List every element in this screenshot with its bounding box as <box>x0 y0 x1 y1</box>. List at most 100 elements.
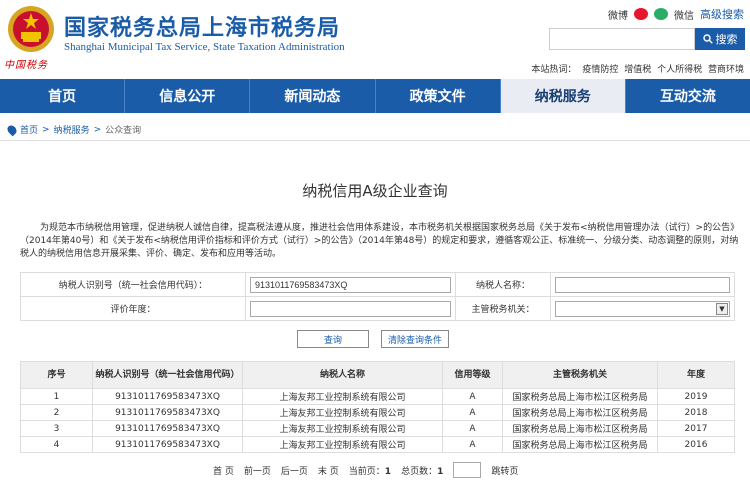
breadcrumb-section[interactable]: 纳税服务 <box>54 123 90 136</box>
hot-word-link[interactable]: 疫情防控 <box>582 65 618 75</box>
breadcrumb-separator: > <box>42 124 50 135</box>
weibo-link[interactable]: 微博 <box>608 7 628 22</box>
page-jump-link[interactable]: 跳转页 <box>491 464 518 477</box>
cell-taxpayer-id: 913101176958347​3XQ <box>92 388 243 405</box>
cell-credit-level: A <box>442 404 503 421</box>
cell-taxpayer-id: 913101176958347​3XQ <box>92 420 243 437</box>
query-form: 纳税人识别号（统一社会信用代码）： 纳税人名称： 评价年度： 主管税务机关： ▼ <box>20 272 735 321</box>
weibo-icon[interactable] <box>634 8 648 20</box>
cell-taxpayer-name: 上海友邦工业控制系统有限公司 <box>242 436 443 453</box>
search-icon <box>702 34 713 44</box>
col-header: 纳税人识别号（统一社会信用代码） <box>92 361 243 389</box>
current-page-value: 1 <box>384 466 392 477</box>
cell-year: 2016 <box>657 436 735 453</box>
table-row: 2 913101176958347​3XQ 上海友邦工业控制系统有限公司 A 国… <box>20 404 735 421</box>
breadcrumb: 首页 > 纳税服务 > 公众查询 <box>5 123 142 136</box>
taxpayer-name-cell <box>550 272 735 297</box>
cell-authority: 国家税务总局上海市松江区税务局 <box>502 388 658 405</box>
site-header: 中国税务 国家税务总局上海市税务局 Shanghai Municipal Tax… <box>0 0 750 77</box>
wechat-icon[interactable] <box>654 8 668 20</box>
site-title-english: Shanghai Municipal Tax Service, State Ta… <box>64 41 345 53</box>
cell-index: 2 <box>20 404 93 421</box>
taxpayer-name-input[interactable] <box>555 276 730 293</box>
top-links: 微博 微信 高级搜索 <box>608 6 744 22</box>
taxpayer-id-cell <box>245 272 456 297</box>
page-jump-input[interactable] <box>453 462 482 478</box>
year-input[interactable] <box>250 300 451 317</box>
hot-words: 本站热词： 疫情防控 增值税 个人所得税 营商环境 <box>528 62 744 75</box>
cell-taxpayer-name: 上海友邦工业控制系统有限公司 <box>242 388 443 405</box>
first-page-link[interactable]: 首 页 <box>213 464 234 477</box>
authority-select[interactable]: ▼ <box>555 300 730 317</box>
cell-taxpayer-id: 913101176958347​3XQ <box>92 436 243 453</box>
cell-authority: 国家税务总局上海市松江区税务局 <box>502 420 658 437</box>
cell-authority: 国家税务总局上海市松江区税务局 <box>502 404 658 421</box>
col-header: 年度 <box>657 361 735 389</box>
cell-taxpayer-id: 913101176958347​3XQ <box>92 404 243 421</box>
hot-word-link[interactable]: 个人所得税 <box>657 65 702 75</box>
divider <box>0 140 750 141</box>
cell-year: 2019 <box>657 388 735 405</box>
query-button[interactable]: 查询 <box>297 330 369 348</box>
cell-index: 1 <box>20 388 93 405</box>
current-page-info: 当前页：1 <box>349 464 391 477</box>
hot-word-link[interactable]: 增值税 <box>624 65 651 75</box>
col-header: 纳税人名称 <box>242 361 443 389</box>
prev-page-link[interactable]: 前一页 <box>244 464 271 477</box>
search-button[interactable]: 搜索 <box>695 28 745 50</box>
col-header: 主管税务机关 <box>502 361 658 389</box>
chevron-down-icon[interactable]: ▼ <box>716 302 728 315</box>
search-button-label: 搜索 <box>715 34 738 46</box>
page-title: 纳税信用A级企业查询 <box>302 182 448 200</box>
main-nav: 首页 信息公开 新闻动态 政策文件 纳税服务 互动交流 <box>0 79 750 113</box>
current-page-label: 当前页： <box>348 466 385 477</box>
clear-query-button[interactable]: 清除查询条件 <box>381 330 449 348</box>
nav-item-news[interactable]: 新闻动态 <box>250 79 376 113</box>
location-pin-icon <box>5 123 19 136</box>
page-intro: 为规范本市纳税信用管理，促进纳税人诚信自律，提高税法遵从度，推进社会信用体系建设… <box>20 223 740 259</box>
cell-authority: 国家税务总局上海市松江区税务局 <box>502 436 658 453</box>
authority-label: 主管税务机关： <box>455 296 551 321</box>
authority-cell: ▼ <box>550 296 735 321</box>
cell-index: 4 <box>20 436 93 453</box>
last-page-link[interactable]: 末 页 <box>318 464 339 477</box>
cell-taxpayer-name: 上海友邦工业控制系统有限公司 <box>242 404 443 421</box>
table-row: 3 913101176958347​3XQ 上海友邦工业控制系统有限公司 A 国… <box>20 420 735 437</box>
total-pages-info: 总页数：1 <box>401 464 443 477</box>
total-pages-label: 总页数： <box>401 466 438 477</box>
results-table: 序号 纳税人识别号（统一社会信用代码） 纳税人名称 信用等级 主管税务机关 年度… <box>20 361 735 453</box>
cell-index: 3 <box>20 420 93 437</box>
taxpayer-name-label: 纳税人名称： <box>455 272 551 297</box>
cell-year: 2018 <box>657 404 735 421</box>
cell-credit-level: A <box>442 436 503 453</box>
nav-item-interaction[interactable]: 互动交流 <box>626 79 750 113</box>
nav-item-home[interactable]: 首页 <box>0 79 126 113</box>
nav-item-tax-service[interactable]: 纳税服务 <box>500 79 626 113</box>
seal-logo-text: 中国税务 <box>4 60 48 71</box>
site-title[interactable]: 国家税务总局上海市税务局 <box>64 10 340 42</box>
col-header: 序号 <box>20 361 93 389</box>
hot-words-label: 本站热词： <box>531 65 577 75</box>
next-page-link[interactable]: 后一页 <box>281 464 308 477</box>
national-emblem-icon <box>8 6 54 52</box>
taxpayer-id-label: 纳税人识别号（统一社会信用代码）： <box>20 272 246 297</box>
table-header-row: 序号 纳税人识别号（统一社会信用代码） 纳税人名称 信用等级 主管税务机关 年度 <box>20 361 735 389</box>
table-row: 4 913101176958347​3XQ 上海友邦工业控制系统有限公司 A 国… <box>20 436 735 453</box>
nav-item-info[interactable]: 信息公开 <box>125 79 251 113</box>
search-input[interactable] <box>549 28 695 50</box>
year-cell <box>245 296 456 321</box>
table-row: 1 913101176958347​3XQ 上海友邦工业控制系统有限公司 A 国… <box>20 388 735 405</box>
advanced-search-link[interactable]: 高级搜索 <box>700 6 744 22</box>
breadcrumb-separator: > <box>93 124 102 135</box>
hot-word-link[interactable]: 营商环境 <box>708 65 744 75</box>
cell-credit-level: A <box>442 388 503 405</box>
wechat-link[interactable]: 微信 <box>674 7 694 22</box>
nav-item-policy[interactable]: 政策文件 <box>376 79 501 113</box>
cell-credit-level: A <box>442 420 503 437</box>
taxpayer-id-input[interactable] <box>250 276 451 293</box>
pagination: 首 页 前一页 后一页 末 页 当前页：1 总页数：1 跳转页 <box>213 462 518 478</box>
col-header: 信用等级 <box>442 361 503 389</box>
breadcrumb-home[interactable]: 首页 <box>20 123 38 136</box>
year-label: 评价年度： <box>20 296 246 321</box>
breadcrumb-current: 公众查询 <box>105 126 142 136</box>
